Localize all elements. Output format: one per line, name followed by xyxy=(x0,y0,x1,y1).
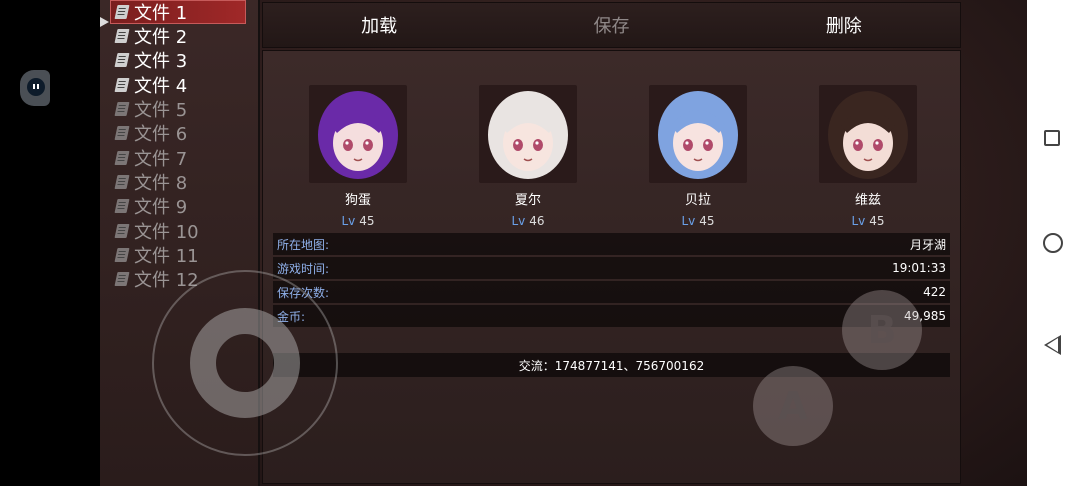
level-tag: Lv xyxy=(681,214,696,228)
document-icon xyxy=(114,29,130,44)
floating-assistant-icon[interactable] xyxy=(20,70,50,106)
save-file-label: 文件 7 xyxy=(134,148,188,170)
character-portrait xyxy=(819,85,917,183)
document-icon xyxy=(114,150,130,165)
level-tag: Lv xyxy=(341,214,356,228)
document-icon xyxy=(114,53,130,68)
level-value: 45 xyxy=(869,214,885,228)
save-file-label: 文件 5 xyxy=(134,100,188,122)
level-value: 45 xyxy=(359,214,375,228)
action-bar: 加载 保存 删除 xyxy=(262,2,961,48)
save-file-label: 文件 6 xyxy=(134,124,188,146)
left-system-bar xyxy=(0,0,100,486)
save-file-label: 文件 4 xyxy=(134,75,188,97)
save-file-item[interactable]: 文件 4 xyxy=(100,73,258,97)
document-icon xyxy=(114,126,130,141)
document-icon xyxy=(114,174,130,189)
save-file-label: 文件 8 xyxy=(134,172,188,194)
member-name: 维兹 xyxy=(854,193,881,208)
member-level: Lv 45 xyxy=(818,214,918,228)
party-member: 贝拉 Lv 45 xyxy=(648,85,748,228)
document-icon xyxy=(114,77,130,92)
document-icon xyxy=(114,272,130,287)
save-file-label: 文件 1 xyxy=(134,3,188,24)
member-level: Lv 45 xyxy=(648,214,748,228)
load-button[interactable]: 加载 xyxy=(263,12,495,38)
save-file-label: 文件 9 xyxy=(134,197,188,219)
member-level: Lv 46 xyxy=(478,214,578,228)
party-member: 夏尔 Lv 46 xyxy=(478,85,578,228)
character-portrait xyxy=(309,85,407,183)
level-value: 45 xyxy=(699,214,715,228)
delete-button[interactable]: 删除 xyxy=(728,12,960,38)
playtime-row: 游戏时间: 19:01:33 xyxy=(273,257,950,279)
save-file-item[interactable]: 文件 11 xyxy=(100,243,258,267)
member-level: Lv 45 xyxy=(308,214,408,228)
save-file-label: 文件 3 xyxy=(134,51,188,73)
document-icon xyxy=(114,199,130,214)
party-members: 狗蛋 Lv 45 夏尔 Lv 46 贝拉 Lv 45 维兹 Lv 45 xyxy=(263,85,960,228)
recents-icon[interactable] xyxy=(1044,130,1060,146)
back-icon[interactable] xyxy=(1044,335,1061,355)
save-file-item[interactable]: 文件 8 xyxy=(100,170,258,194)
map-value: 月牙湖 xyxy=(909,237,946,252)
level-tag: Lv xyxy=(511,214,526,228)
character-portrait xyxy=(479,85,577,183)
document-icon xyxy=(114,102,130,117)
save-file-item[interactable]: 文件 1 xyxy=(110,0,246,24)
party-member: 维兹 Lv 45 xyxy=(818,85,918,228)
playtime-value: 19:01:33 xyxy=(892,261,946,275)
save-file-item[interactable]: 文件 3 xyxy=(100,48,258,72)
member-name: 夏尔 xyxy=(514,193,541,208)
save-file-item[interactable]: 文件 10 xyxy=(100,218,258,243)
save-file-label: 文件 11 xyxy=(134,245,199,267)
document-icon xyxy=(114,5,130,19)
playtime-label: 游戏时间: xyxy=(277,261,330,276)
member-name: 狗蛋 xyxy=(344,193,371,208)
joystick-knob[interactable] xyxy=(190,308,300,418)
save-button[interactable]: 保存 xyxy=(495,12,727,38)
save-file-item[interactable]: 文件 7 xyxy=(100,145,258,170)
save-file-label: 文件 10 xyxy=(134,221,199,243)
document-icon xyxy=(114,247,130,262)
level-value: 46 xyxy=(529,214,545,228)
save-file-item[interactable]: 文件 2 xyxy=(100,24,258,48)
save-file-item[interactable]: 文件 9 xyxy=(100,194,258,218)
document-icon xyxy=(114,223,130,238)
save-file-item[interactable]: 文件 6 xyxy=(100,121,258,145)
level-tag: Lv xyxy=(851,214,866,228)
save-file-item[interactable]: 文件 5 xyxy=(100,97,258,121)
party-member: 狗蛋 Lv 45 xyxy=(308,85,408,228)
save-count-row: 保存次数: 422 xyxy=(273,281,950,303)
a-button[interactable]: A xyxy=(753,366,833,446)
save-file-label: 文件 2 xyxy=(134,27,188,49)
map-label: 所在地图: xyxy=(277,237,330,252)
b-button[interactable]: B xyxy=(842,290,922,370)
save-count-value: 422 xyxy=(923,285,946,299)
android-nav-bar xyxy=(1027,0,1080,486)
save-details-panel: 狗蛋 Lv 45 夏尔 Lv 46 贝拉 Lv 45 维兹 Lv 45 所在地图: 月牙湖 游戏时间:… xyxy=(262,50,961,484)
map-row: 所在地图: 月牙湖 xyxy=(273,233,950,255)
member-name: 贝拉 xyxy=(684,193,711,208)
assistant-eye-icon xyxy=(27,78,45,96)
contact-info: 交流：174877141、756700162 xyxy=(273,353,950,377)
character-portrait xyxy=(649,85,747,183)
home-icon[interactable] xyxy=(1043,233,1063,253)
